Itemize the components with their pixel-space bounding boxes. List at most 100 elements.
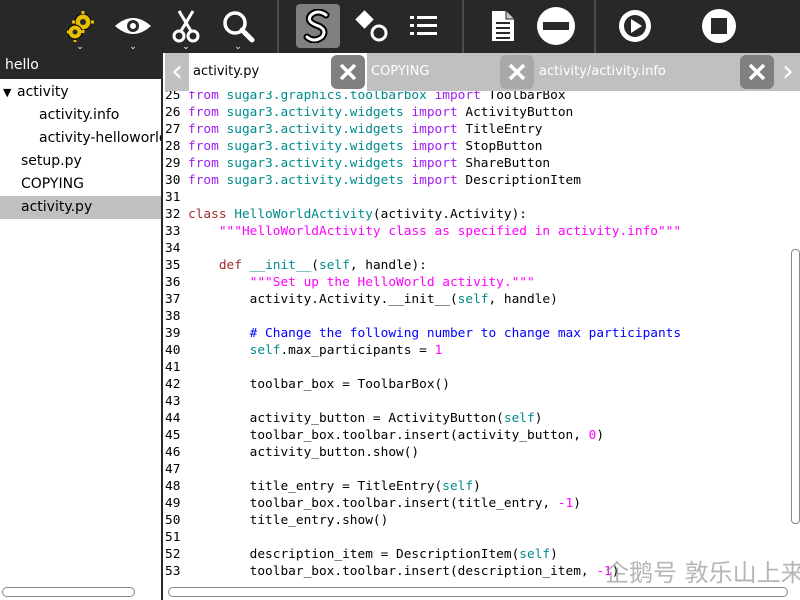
code-token: """Set up the HelloWorld activity.""" bbox=[249, 275, 535, 290]
code-token: ShareButton bbox=[465, 156, 551, 171]
tree-item-activity-py[interactable]: activity.py bbox=[0, 196, 161, 219]
edit-button[interactable]: ⌄ bbox=[164, 4, 208, 52]
view-button[interactable]: ⌄ bbox=[111, 4, 155, 52]
search-button[interactable]: ⌄ bbox=[216, 4, 260, 52]
code-line[interactable]: 28 from sugar3.activity.widgets import St… bbox=[165, 138, 542, 155]
code-token: StopButton bbox=[465, 139, 543, 154]
remove-button[interactable] bbox=[534, 4, 578, 48]
code-line[interactable]: 30 from sugar3.activity.widgets import De… bbox=[165, 172, 581, 189]
tree-item-label: activity bbox=[17, 84, 69, 100]
line-number: 43 bbox=[165, 394, 181, 409]
code-token: self bbox=[457, 292, 489, 307]
line-number: 36 bbox=[165, 275, 181, 290]
line-number: 53 bbox=[165, 564, 181, 579]
line-number: 44 bbox=[165, 411, 181, 426]
code-line[interactable]: 41 bbox=[165, 359, 188, 376]
line-number: 51 bbox=[165, 530, 181, 545]
tree-item-copying[interactable]: COPYING bbox=[0, 173, 161, 196]
file-tree-sidebar: hello ▼ activity activity.info activity-h… bbox=[0, 53, 163, 600]
code-line[interactable]: 38 bbox=[165, 308, 188, 325]
line-code: from sugar3.activity.widgets import Shar… bbox=[188, 155, 550, 172]
code-line[interactable]: 46 activity_button.show() bbox=[165, 444, 419, 461]
line-number: 42 bbox=[165, 377, 181, 392]
code-line[interactable]: 49 toolbar_box.toolbar.insert(title_entr… bbox=[165, 495, 581, 512]
line-code: self.max_participants = 1 bbox=[188, 342, 443, 359]
line-code: toolbar_box = ToolbarBox() bbox=[188, 376, 450, 393]
tree-item-setup-py[interactable]: setup.py bbox=[0, 150, 161, 173]
symbol-s-icon bbox=[303, 9, 330, 43]
code-token: self bbox=[519, 547, 551, 562]
close-tab-button[interactable] bbox=[331, 55, 365, 89]
tab-prev-button[interactable]: ‹ bbox=[165, 53, 189, 91]
horizontal-scrollbar[interactable] bbox=[168, 587, 788, 597]
code-line[interactable]: 42 toolbar_box = ToolbarBox() bbox=[165, 376, 450, 393]
code-line[interactable]: 45 toolbar_box.toolbar.insert(activity_b… bbox=[165, 427, 604, 444]
line-number: 38 bbox=[165, 309, 181, 324]
code-token: title_entry = TitleEntry( bbox=[188, 479, 443, 494]
code-token: self bbox=[319, 258, 350, 273]
line-code: activity_button.show() bbox=[188, 444, 420, 461]
code-line[interactable]: 44 activity_button = ActivityButton(self… bbox=[165, 410, 542, 427]
line-number: 49 bbox=[165, 496, 181, 511]
code-line[interactable]: 26 from sugar3.activity.widgets import Ac… bbox=[165, 104, 573, 121]
tree-item-activity-info[interactable]: activity.info bbox=[0, 104, 161, 127]
code-token: sugar3.activity.widgets bbox=[226, 156, 412, 171]
line-number: 41 bbox=[165, 360, 181, 375]
tab-next-button[interactable]: › bbox=[776, 53, 800, 91]
stop-button[interactable] bbox=[697, 4, 741, 48]
code-line[interactable]: 37 activity.Activity.__init__(self, hand… bbox=[165, 291, 558, 308]
symbols-button[interactable] bbox=[296, 4, 340, 48]
line-code: from sugar3.activity.widgets import Titl… bbox=[188, 121, 542, 138]
expanded-arrow-icon[interactable]: ▼ bbox=[3, 81, 17, 104]
code-line[interactable]: 33 """HelloWorldActivity class as specif… bbox=[165, 223, 681, 240]
code-token: import bbox=[411, 105, 466, 120]
code-token: , handle): bbox=[349, 258, 427, 273]
code-line[interactable]: 35 def __init__(self, handle): bbox=[165, 257, 427, 274]
code-line[interactable]: 36 """Set up the HelloWorld activity.""" bbox=[165, 274, 535, 291]
code-line[interactable]: 29 from sugar3.activity.widgets import Sh… bbox=[165, 155, 550, 172]
code-line[interactable]: 52 description_item = DescriptionItem(se… bbox=[165, 546, 558, 563]
code-line[interactable]: 51 bbox=[165, 529, 188, 546]
code-line[interactable]: 47 bbox=[165, 461, 188, 478]
line-code: title_entry.show() bbox=[188, 512, 389, 529]
line-code: from sugar3.activity.widgets import Stop… bbox=[188, 138, 542, 155]
code-line[interactable]: 43 bbox=[165, 393, 188, 410]
tree-item-activity-helloworld[interactable]: activity-helloworld bbox=[0, 127, 161, 150]
tree-item-activity-folder[interactable]: ▼ activity bbox=[0, 81, 161, 104]
sidebar-horizontal-scrollbar[interactable] bbox=[2, 587, 135, 597]
line-code: # Change the following number to change … bbox=[188, 325, 681, 342]
vertical-scrollbar[interactable] bbox=[791, 249, 800, 524]
document-button[interactable] bbox=[481, 4, 525, 48]
code-line[interactable]: 53 toolbar_box.toolbar.insert(descriptio… bbox=[165, 563, 619, 580]
code-editor[interactable]: 25 from sugar3.graphics.toolbarbox import… bbox=[165, 91, 800, 600]
code-line[interactable]: 31 bbox=[165, 189, 188, 206]
close-tab-button[interactable] bbox=[740, 55, 774, 89]
search-icon bbox=[223, 11, 255, 43]
edit-scissors-icon bbox=[172, 10, 200, 43]
close-tab-button[interactable] bbox=[500, 55, 534, 89]
code-line[interactable]: 32 class HelloWorldActivity(activity.Acti… bbox=[165, 206, 527, 223]
activity-button[interactable]: ⌄ bbox=[58, 4, 102, 52]
code-token: import bbox=[411, 156, 466, 171]
code-line[interactable]: 40 self.max_participants = 1 bbox=[165, 342, 442, 359]
code-token: title_entry.show() bbox=[188, 513, 389, 528]
play-button[interactable] bbox=[613, 4, 657, 48]
line-number: 25 bbox=[165, 91, 181, 103]
code-line[interactable]: 27 from sugar3.activity.widgets import Ti… bbox=[165, 121, 542, 138]
line-number: 30 bbox=[165, 173, 181, 188]
code-token: from bbox=[188, 91, 227, 103]
line-number: 32 bbox=[165, 207, 181, 222]
toolbar-separator bbox=[277, 0, 279, 53]
code-line[interactable]: 34 bbox=[165, 240, 188, 257]
code-line[interactable]: 48 title_entry = TitleEntry(self) bbox=[165, 478, 481, 495]
line-code: description_item = DescriptionItem(self) bbox=[188, 546, 558, 563]
list-button[interactable] bbox=[402, 4, 446, 48]
dropdown-indicator: ⌄ bbox=[234, 42, 242, 52]
line-code: activity.Activity.__init__(self, handle) bbox=[188, 291, 558, 308]
code-line[interactable]: 39 # Change the following number to chan… bbox=[165, 325, 681, 342]
code-token: from bbox=[188, 173, 227, 188]
shapes-button[interactable] bbox=[349, 4, 393, 48]
code-line[interactable]: 50 title_entry.show() bbox=[165, 512, 388, 529]
code-line[interactable]: 25 from sugar3.graphics.toolbarbox import… bbox=[165, 91, 566, 104]
